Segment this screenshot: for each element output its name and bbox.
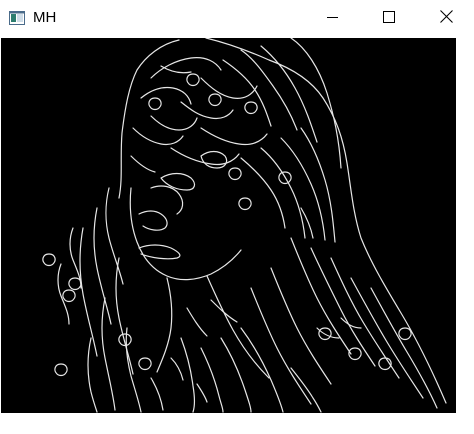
close-icon <box>439 9 453 28</box>
maximize-icon <box>383 10 395 28</box>
minimize-button[interactable] <box>305 0 361 37</box>
edge-image-canvas <box>1 38 456 413</box>
window-title: MH <box>33 9 57 26</box>
window-frame-bottom <box>0 413 474 434</box>
maximize-button[interactable] <box>361 0 417 37</box>
app-window: MH <box>0 0 474 434</box>
app-window-icon <box>9 11 25 25</box>
minimize-icon <box>327 10 339 28</box>
title-bar[interactable]: MH <box>0 0 474 37</box>
close-button[interactable] <box>418 0 474 37</box>
window-frame-right <box>456 38 474 434</box>
edge-image <box>42 38 447 413</box>
